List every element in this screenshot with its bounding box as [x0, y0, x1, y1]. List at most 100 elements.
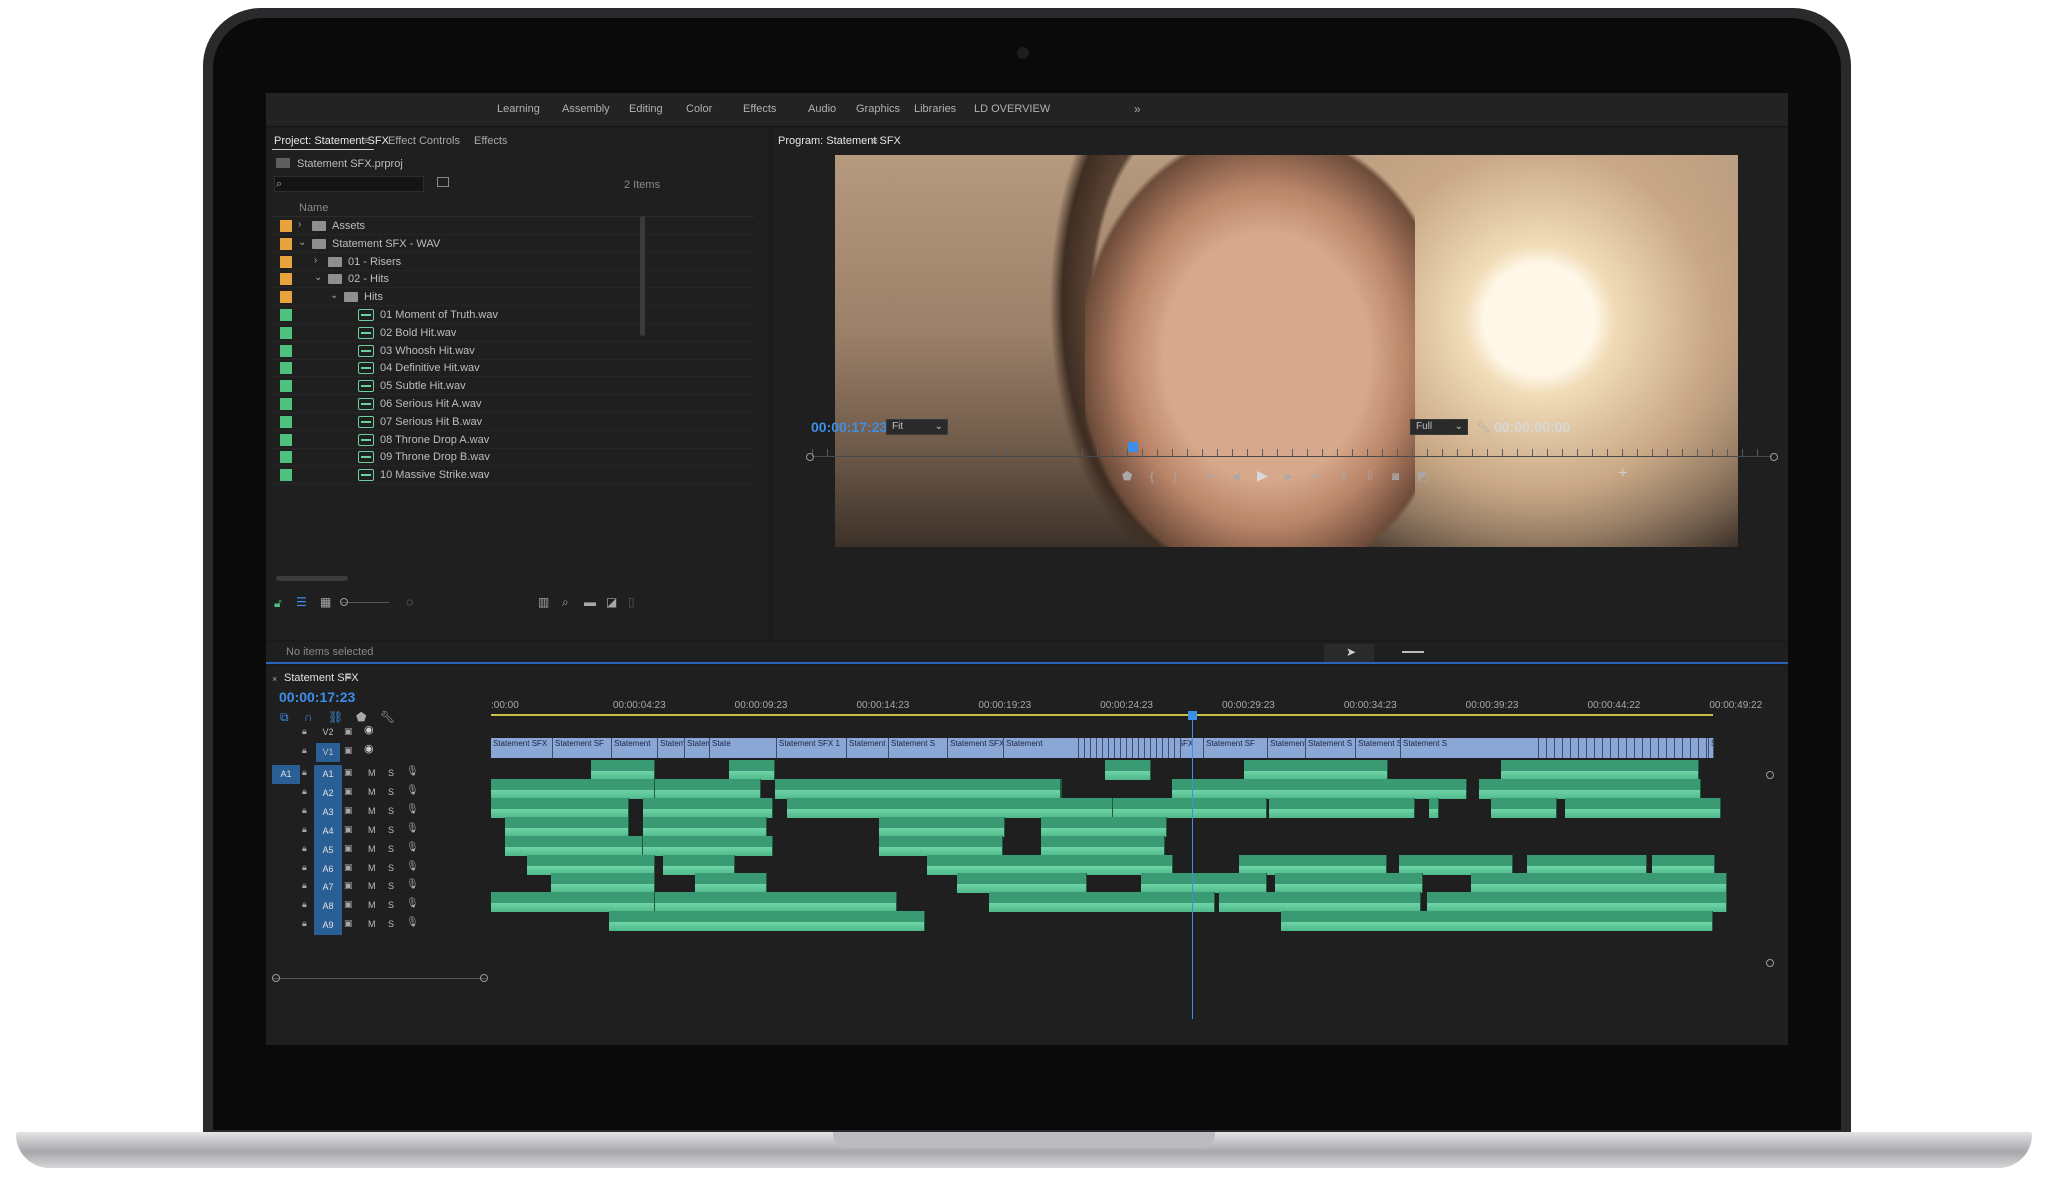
list-item[interactable]: 01 Moment of Truth.wav: [272, 306, 754, 324]
video-clip[interactable]: [1175, 738, 1181, 758]
wrench-icon[interactable]: 🔧︎: [1476, 420, 1491, 434]
list-item[interactable]: 08 Throne Drop A.wav: [272, 431, 754, 449]
audio-clip[interactable]: [643, 836, 773, 856]
comparison-view-icon[interactable]: ◩: [1417, 469, 1428, 483]
video-clip[interactable]: [1651, 738, 1659, 758]
mute-button[interactable]: M: [368, 806, 376, 816]
scrub-ruler[interactable]: [812, 449, 1772, 457]
work-area-bar[interactable]: [491, 714, 1713, 716]
chevron-down-icon[interactable]: ⌄: [298, 236, 306, 250]
video-clip[interactable]: Statement SF: [553, 738, 612, 758]
audio-clip[interactable]: [491, 892, 655, 912]
panel-menu-icon[interactable]: ≡: [364, 135, 370, 149]
mute-button[interactable]: M: [368, 844, 376, 854]
mark-in-icon[interactable]: {: [1150, 469, 1154, 483]
icon-view-icon[interactable]: ▦: [320, 595, 331, 609]
audio-clip[interactable]: [591, 760, 655, 780]
add-marker-icon[interactable]: ⬟: [1122, 469, 1132, 483]
hand-tool-icon[interactable]: [1402, 651, 1424, 653]
workspace-tab-editing[interactable]: Editing: [629, 103, 663, 115]
list-item[interactable]: 03 Whoosh Hit.wav: [272, 342, 754, 360]
audio-clip[interactable]: [1239, 855, 1387, 875]
audio-clip[interactable]: [551, 873, 655, 893]
solo-button[interactable]: S: [388, 919, 394, 929]
microphone-icon[interactable]: 🎙︎: [406, 765, 419, 779]
lock-icon[interactable]: 🔒︎: [302, 841, 307, 855]
microphone-icon[interactable]: 🎙︎: [406, 878, 419, 892]
video-clip[interactable]: Statement S: [1268, 738, 1306, 758]
video-clip[interactable]: Statement S: [1306, 738, 1356, 758]
close-icon[interactable]: ×: [272, 672, 277, 686]
audio-clip[interactable]: [1244, 760, 1388, 780]
camera-icon[interactable]: ◙: [1392, 469, 1399, 483]
audio-clip[interactable]: [927, 855, 1173, 875]
program-timecode[interactable]: 00:00:17:23: [811, 419, 887, 435]
tab-effects[interactable]: Effects: [474, 135, 507, 147]
video-clip[interactable]: [1555, 738, 1563, 758]
sync-lock-icon[interactable]: ▣: [344, 743, 353, 757]
eye-icon[interactable]: ◉: [364, 723, 374, 737]
audio-clip[interactable]: [491, 798, 629, 818]
step-forward-icon[interactable]: |▸: [1283, 469, 1292, 483]
video-clip[interactable]: [1563, 738, 1571, 758]
workspace-tab-ld-overview[interactable]: LD OVERVIEW: [974, 103, 1050, 115]
lock-icon[interactable]: 🔒︎: [302, 765, 307, 779]
sync-lock-icon[interactable]: ▣: [344, 765, 353, 779]
audio-clip[interactable]: [1399, 855, 1513, 875]
track-name-v2[interactable]: V2: [316, 727, 340, 737]
sync-lock-icon[interactable]: ▣: [344, 822, 353, 836]
audio-clip[interactable]: [1427, 892, 1727, 912]
find-icon[interactable]: ⌕: [562, 595, 569, 609]
track-name-v1[interactable]: V1: [316, 743, 340, 762]
mute-button[interactable]: M: [368, 768, 376, 778]
video-clip[interactable]: [1539, 738, 1547, 758]
video-clip[interactable]: [1571, 738, 1579, 758]
audio-clip[interactable]: [643, 817, 767, 837]
lock-icon[interactable]: 🔒︎: [302, 743, 307, 757]
new-bin-icon[interactable]: ▬: [584, 595, 596, 609]
audio-clip[interactable]: [527, 855, 655, 875]
audio-clip[interactable]: [1429, 798, 1439, 818]
solo-button[interactable]: S: [388, 806, 394, 816]
chevron-down-icon[interactable]: ⌄: [314, 271, 322, 285]
solo-button[interactable]: S: [388, 900, 394, 910]
audio-clip[interactable]: [663, 855, 735, 875]
microphone-icon[interactable]: 🎙︎: [406, 784, 419, 798]
list-item[interactable]: 04 Definitive Hit.wav: [272, 359, 754, 378]
vscroll-handle-bottom[interactable]: [1766, 959, 1774, 967]
mute-button[interactable]: M: [368, 900, 376, 910]
list-item[interactable]: 02 Bold Hit.wav: [272, 324, 754, 342]
project-scrollbar[interactable]: [640, 216, 645, 336]
mute-button[interactable]: M: [368, 881, 376, 891]
video-clip[interactable]: Statement: [1004, 738, 1074, 758]
chevron-down-icon[interactable]: ⌄: [330, 289, 338, 303]
list-item[interactable]: ⌄ Statement SFX - WAV: [272, 235, 754, 253]
microphone-icon[interactable]: 🎙︎: [406, 916, 419, 930]
program-title[interactable]: Program: Statement SFX: [778, 135, 901, 147]
trash-icon[interactable]: ▯: [628, 595, 635, 609]
audio-clip[interactable]: [879, 836, 1003, 856]
video-clip[interactable]: [1547, 738, 1555, 758]
video-clip[interactable]: [1627, 738, 1635, 758]
video-clip[interactable]: [1595, 738, 1603, 758]
chevron-right-icon[interactable]: ›: [298, 218, 301, 232]
sync-lock-icon[interactable]: ▣: [344, 803, 353, 817]
sync-lock-icon[interactable]: ▣: [344, 784, 353, 798]
workspace-tab-assembly[interactable]: Assembly: [562, 103, 610, 115]
video-clip[interactable]: Statem: [658, 738, 685, 758]
list-item[interactable]: 07 Serious Hit B.wav: [272, 413, 754, 431]
scrub-end-handle[interactable]: [1770, 453, 1778, 461]
zoom-slider[interactable]: [341, 602, 389, 603]
video-clip[interactable]: Statement SF: [1204, 738, 1268, 758]
lock-icon[interactable]: 🔒︎: [302, 803, 307, 817]
audio-clip[interactable]: [695, 873, 767, 893]
tab-effect-controls[interactable]: Effect Controls: [388, 135, 460, 147]
video-clip[interactable]: Statement S: [889, 738, 948, 758]
lock-icon[interactable]: 🔓︎: [274, 596, 282, 610]
list-item[interactable]: › Assets: [272, 217, 754, 235]
selection-tool-icon[interactable]: ➤: [1346, 645, 1356, 659]
go-to-out-icon[interactable]: ⇥: [1309, 469, 1319, 483]
audio-clip[interactable]: [989, 892, 1215, 912]
video-clip[interactable]: [1691, 738, 1699, 758]
audio-clip[interactable]: [1565, 798, 1721, 818]
